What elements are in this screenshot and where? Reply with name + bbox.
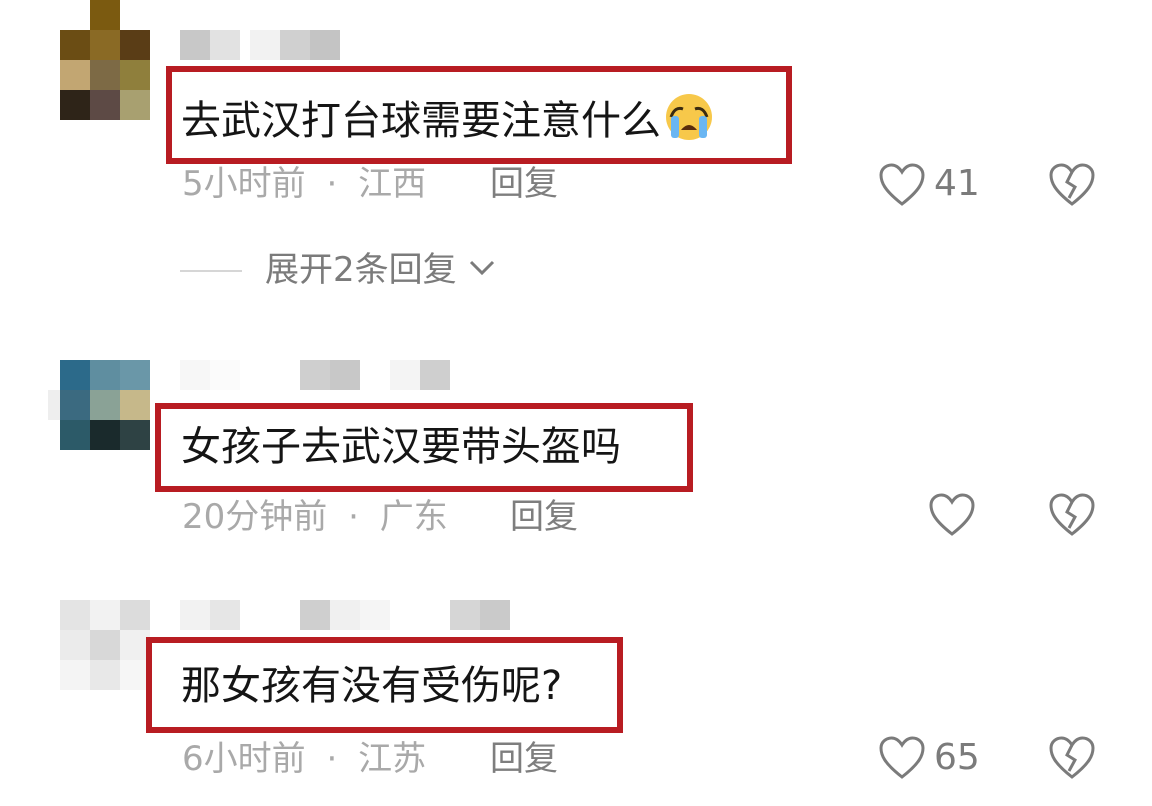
separator: · bbox=[326, 164, 338, 204]
broken-heart-icon bbox=[1049, 163, 1095, 206]
loudly-crying-face-icon bbox=[661, 92, 717, 149]
username[interactable] bbox=[180, 360, 450, 390]
location: 江西 bbox=[358, 164, 427, 204]
expand-replies-button[interactable]: 展开2条回复 bbox=[265, 253, 497, 287]
location: 江苏 bbox=[358, 739, 427, 779]
expand-divider bbox=[180, 270, 242, 272]
avatar[interactable] bbox=[60, 600, 150, 690]
comment-text: 去武汉打台球需要注意什么 bbox=[181, 92, 717, 149]
heart-outline-icon bbox=[879, 163, 925, 206]
avatar[interactable] bbox=[60, 360, 150, 450]
comment-text: 女孩子去武汉要带头盔吗 bbox=[181, 424, 621, 470]
comment-meta: 20分钟前 · 广东 bbox=[182, 500, 448, 534]
reply-button[interactable]: 回复 bbox=[490, 742, 558, 776]
reply-button[interactable]: 回复 bbox=[510, 500, 578, 534]
broken-heart-icon bbox=[1049, 493, 1095, 536]
dislike-button[interactable] bbox=[1048, 492, 1096, 542]
timestamp: 20分钟前 bbox=[182, 497, 328, 537]
username[interactable] bbox=[180, 600, 510, 630]
chevron-down-icon bbox=[470, 260, 495, 276]
like-count: 41 bbox=[934, 163, 980, 204]
like-button[interactable] bbox=[878, 162, 926, 212]
comment-text: 那女孩有没有受伤呢? bbox=[181, 663, 563, 709]
comment-meta: 5小时前 · 江西 bbox=[182, 167, 426, 201]
like-count: 65 bbox=[934, 737, 980, 778]
heart-outline-icon bbox=[879, 736, 925, 779]
heart-outline-icon bbox=[929, 493, 975, 536]
location: 广东 bbox=[379, 497, 448, 537]
like-button[interactable] bbox=[928, 492, 976, 542]
comment-meta: 6小时前 · 江苏 bbox=[182, 742, 426, 776]
dislike-button[interactable] bbox=[1048, 735, 1096, 785]
timestamp: 6小时前 bbox=[182, 739, 306, 779]
like-button[interactable] bbox=[878, 735, 926, 785]
separator: · bbox=[326, 739, 338, 779]
timestamp: 5小时前 bbox=[182, 164, 306, 204]
reply-button[interactable]: 回复 bbox=[490, 167, 558, 201]
username[interactable] bbox=[180, 30, 340, 60]
avatar-edge bbox=[48, 390, 60, 420]
avatar[interactable] bbox=[60, 0, 150, 120]
separator: · bbox=[348, 497, 359, 537]
dislike-button[interactable] bbox=[1048, 162, 1096, 212]
broken-heart-icon bbox=[1049, 736, 1095, 779]
